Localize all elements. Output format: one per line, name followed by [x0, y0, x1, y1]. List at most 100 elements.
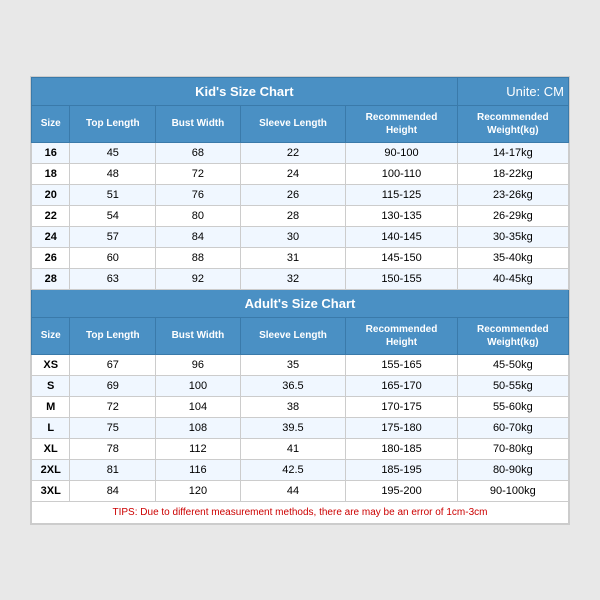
- adults-header-size: Size: [32, 317, 70, 354]
- adults-header-bust-width: Bust Width: [156, 317, 240, 354]
- adults-bust-3xl: 120: [156, 480, 240, 501]
- adults-sleeve-xl: 41: [240, 438, 346, 459]
- kids-row-18: 18 48 72 24 100-110 18-22kg: [32, 163, 569, 184]
- kids-sleeve-26: 31: [240, 247, 346, 268]
- adults-row-xl: XL 78 112 41 180-185 70-80kg: [32, 438, 569, 459]
- adults-weight-xs: 45-50kg: [457, 354, 568, 375]
- adults-size-l: L: [32, 417, 70, 438]
- kids-weight-18: 18-22kg: [457, 163, 568, 184]
- adults-sleeve-xs: 35: [240, 354, 346, 375]
- kids-toplength-22: 54: [70, 205, 156, 226]
- kids-toplength-28: 63: [70, 268, 156, 289]
- adults-header-sleeve-length: Sleeve Length: [240, 317, 346, 354]
- adults-weight-2xl: 80-90kg: [457, 459, 568, 480]
- adults-sleeve-m: 38: [240, 396, 346, 417]
- adults-size-m: M: [32, 396, 70, 417]
- adults-bust-xl: 112: [156, 438, 240, 459]
- adults-size-3xl: 3XL: [32, 480, 70, 501]
- kids-size-16: 16: [32, 142, 70, 163]
- adults-toplength-l: 75: [70, 417, 156, 438]
- adults-bust-2xl: 116: [156, 459, 240, 480]
- adults-height-s: 165-170: [346, 375, 457, 396]
- kids-weight-22: 26-29kg: [457, 205, 568, 226]
- adults-height-xl: 180-185: [346, 438, 457, 459]
- adults-row-2xl: 2XL 81 116 42.5 185-195 80-90kg: [32, 459, 569, 480]
- kids-row-24: 24 57 84 30 140-145 30-35kg: [32, 226, 569, 247]
- adults-toplength-3xl: 84: [70, 480, 156, 501]
- kids-weight-16: 14-17kg: [457, 142, 568, 163]
- kids-size-20: 20: [32, 184, 70, 205]
- kids-sleeve-20: 26: [240, 184, 346, 205]
- kids-height-26: 145-150: [346, 247, 457, 268]
- adults-row-s: S 69 100 36.5 165-170 50-55kg: [32, 375, 569, 396]
- kids-weight-20: 23-26kg: [457, 184, 568, 205]
- kids-header-top-length: Top Length: [70, 105, 156, 142]
- kids-weight-28: 40-45kg: [457, 268, 568, 289]
- adults-height-m: 170-175: [346, 396, 457, 417]
- adults-height-3xl: 195-200: [346, 480, 457, 501]
- kids-header-sleeve-length: Sleeve Length: [240, 105, 346, 142]
- kids-col-headers: Size Top Length Bust Width Sleeve Length…: [32, 105, 569, 142]
- kids-sleeve-16: 22: [240, 142, 346, 163]
- adults-size-xs: XS: [32, 354, 70, 375]
- tips-row: TIPS: Due to different measurement metho…: [32, 501, 569, 523]
- kids-bust-24: 84: [156, 226, 240, 247]
- adults-size-2xl: 2XL: [32, 459, 70, 480]
- kids-size-28: 28: [32, 268, 70, 289]
- kids-bust-16: 68: [156, 142, 240, 163]
- kids-size-22: 22: [32, 205, 70, 226]
- adults-weight-3xl: 90-100kg: [457, 480, 568, 501]
- adults-size-xl: XL: [32, 438, 70, 459]
- adults-title: Adult's Size Chart: [32, 289, 569, 317]
- adults-header-rec-weight: RecommendedWeight(kg): [457, 317, 568, 354]
- kids-toplength-26: 60: [70, 247, 156, 268]
- kids-weight-26: 35-40kg: [457, 247, 568, 268]
- adults-header-rec-height: RecommendedHeight: [346, 317, 457, 354]
- adults-bust-l: 108: [156, 417, 240, 438]
- adults-weight-l: 60-70kg: [457, 417, 568, 438]
- kids-title: Kid's Size Chart: [32, 77, 458, 105]
- kids-toplength-16: 45: [70, 142, 156, 163]
- adults-bust-s: 100: [156, 375, 240, 396]
- kids-header-rec-height: RecommendedHeight: [346, 105, 457, 142]
- adults-col-headers: Size Top Length Bust Width Sleeve Length…: [32, 317, 569, 354]
- kids-toplength-24: 57: [70, 226, 156, 247]
- size-chart-container: Kid's Size Chart Unite: CM Size Top Leng…: [30, 76, 570, 525]
- kids-sleeve-18: 24: [240, 163, 346, 184]
- kids-row-20: 20 51 76 26 115-125 23-26kg: [32, 184, 569, 205]
- adults-row-l: L 75 108 39.5 175-180 60-70kg: [32, 417, 569, 438]
- adults-header-top-length: Top Length: [70, 317, 156, 354]
- kids-height-18: 100-110: [346, 163, 457, 184]
- adults-row-m: M 72 104 38 170-175 55-60kg: [32, 396, 569, 417]
- kids-row-28: 28 63 92 32 150-155 40-45kg: [32, 268, 569, 289]
- kids-toplength-20: 51: [70, 184, 156, 205]
- kids-row-16: 16 45 68 22 90-100 14-17kg: [32, 142, 569, 163]
- adults-row-xs: XS 67 96 35 155-165 45-50kg: [32, 354, 569, 375]
- kids-section-header: Kid's Size Chart Unite: CM: [32, 77, 569, 105]
- unit-label: Unite: CM: [457, 77, 568, 105]
- adults-sleeve-3xl: 44: [240, 480, 346, 501]
- adults-height-xs: 155-165: [346, 354, 457, 375]
- adults-sleeve-l: 39.5: [240, 417, 346, 438]
- kids-size-18: 18: [32, 163, 70, 184]
- adults-height-l: 175-180: [346, 417, 457, 438]
- adults-section-header: Adult's Size Chart: [32, 289, 569, 317]
- adults-weight-xl: 70-80kg: [457, 438, 568, 459]
- adults-sleeve-2xl: 42.5: [240, 459, 346, 480]
- kids-height-28: 150-155: [346, 268, 457, 289]
- kids-bust-26: 88: [156, 247, 240, 268]
- kids-size-26: 26: [32, 247, 70, 268]
- kids-header-bust-width: Bust Width: [156, 105, 240, 142]
- adults-toplength-xl: 78: [70, 438, 156, 459]
- adults-toplength-xs: 67: [70, 354, 156, 375]
- adults-sleeve-s: 36.5: [240, 375, 346, 396]
- kids-sleeve-28: 32: [240, 268, 346, 289]
- kids-height-20: 115-125: [346, 184, 457, 205]
- kids-bust-22: 80: [156, 205, 240, 226]
- adults-bust-xs: 96: [156, 354, 240, 375]
- kids-sleeve-22: 28: [240, 205, 346, 226]
- adults-weight-s: 50-55kg: [457, 375, 568, 396]
- tips-text: TIPS: Due to different measurement metho…: [32, 501, 569, 523]
- adults-row-3xl: 3XL 84 120 44 195-200 90-100kg: [32, 480, 569, 501]
- adults-toplength-m: 72: [70, 396, 156, 417]
